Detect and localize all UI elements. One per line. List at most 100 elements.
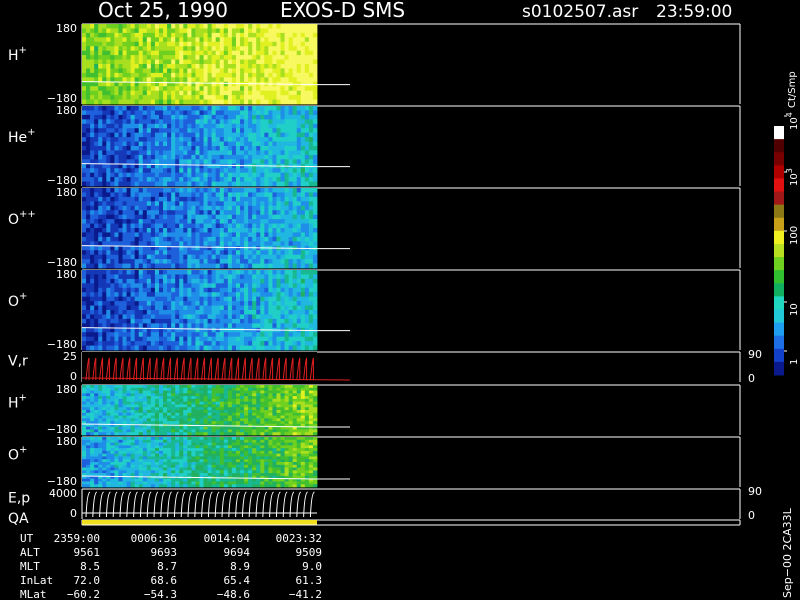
spectrogram-cell [256, 259, 261, 264]
spectrogram-cell [175, 223, 180, 229]
spectrogram-cell [248, 332, 253, 338]
spectrogram-cell [102, 177, 107, 182]
spectrogram-cell [219, 106, 225, 111]
spectrogram-cell [94, 429, 99, 433]
spectrogram-cell [308, 137, 314, 142]
spectrogram-cell [211, 150, 217, 156]
spectrogram-cell [90, 46, 95, 52]
spectrogram-cell [134, 24, 140, 29]
spectrogram-cell [146, 37, 152, 43]
spectrogram-cell [150, 404, 156, 408]
spectrogram-cell [203, 396, 208, 400]
spectrogram-cell [146, 64, 152, 69]
spectrogram-cell [142, 210, 148, 216]
spectrogram-cell [82, 214, 87, 220]
spectrogram-cell [114, 418, 119, 422]
spectrogram-cell [179, 196, 184, 202]
spectrogram-cell [215, 119, 221, 125]
spectrogram-cell [163, 314, 168, 320]
spectrogram-cell [227, 59, 233, 65]
spectrogram-cell [130, 154, 136, 160]
spectrogram-cell [215, 327, 221, 333]
spectrogram-cell [102, 172, 107, 178]
spectrogram-cell [82, 128, 87, 134]
spectrogram-cell [130, 296, 136, 302]
spectrogram-cell [158, 28, 164, 34]
spectrogram-cell [304, 274, 310, 280]
spectrogram-cell [126, 404, 132, 408]
spectrogram-cell [142, 46, 148, 52]
spectrogram-cell [235, 214, 241, 220]
spectrogram-cell [231, 401, 237, 405]
spectrogram-cell [256, 318, 261, 324]
spectrogram-cell [276, 119, 281, 125]
spectrogram-cell [90, 412, 95, 416]
spectrogram-cell [114, 412, 119, 416]
spectrogram-cell [130, 310, 136, 315]
spectrogram-cell [130, 214, 136, 220]
spectrogram-cell [231, 223, 237, 229]
spectrogram-cell [260, 270, 265, 275]
spectrogram-cell [122, 432, 127, 436]
spectrogram-cell [150, 385, 156, 389]
spectrogram-cell [167, 41, 172, 47]
spectrogram-cell [114, 28, 119, 34]
spectrogram-cell [154, 68, 160, 74]
spectrogram-cell [167, 68, 172, 74]
spectrogram-cell [171, 292, 176, 298]
spectrogram-cell [300, 68, 306, 74]
spectrogram-cell [86, 259, 91, 264]
spectrogram-cell [304, 110, 310, 116]
spectrogram-cell [138, 128, 144, 134]
spectrogram-cell [114, 232, 119, 238]
spectrogram-cell [235, 159, 241, 165]
spectrogram-cell [82, 310, 87, 315]
spectrogram-cell [110, 385, 115, 389]
spectrogram-cell [106, 128, 111, 134]
spectrogram-cell [280, 64, 285, 69]
spectrogram-cell [296, 341, 302, 346]
spectrogram-cell [264, 99, 269, 105]
spectrogram-cell [94, 415, 99, 419]
spectrogram-cell [102, 410, 107, 414]
spectrogram-cell [304, 46, 310, 52]
spectrogram-cell [195, 305, 200, 311]
spectrogram-cell [163, 412, 168, 416]
spectrogram-cell [167, 254, 172, 260]
spectrogram-cell [187, 310, 192, 315]
spectrogram-cell [199, 318, 204, 324]
spectrogram-cell [90, 410, 95, 414]
spectrogram-cell [126, 236, 132, 242]
spectrogram-cell [264, 274, 269, 280]
spectrogram-cell [304, 305, 310, 311]
spectrogram-cell [179, 24, 184, 29]
spectrogram-cell [114, 432, 119, 436]
spectrogram-cell [280, 196, 285, 202]
spectrogram-cell [94, 236, 99, 242]
spectrogram-cell [146, 301, 152, 306]
spectrogram-cell [219, 114, 225, 120]
spectrogram-cell [308, 41, 314, 47]
spectrogram-cell [195, 119, 200, 125]
spectrogram-cell [280, 59, 285, 65]
spectrogram-cell [191, 159, 196, 165]
spectrogram-cell [142, 90, 148, 96]
spectrogram-cell [171, 336, 176, 342]
spectrogram-cell [288, 219, 294, 224]
spectrogram-cell [304, 263, 310, 269]
spectrogram-cell [199, 81, 204, 87]
spectrogram-cell [207, 110, 213, 116]
spectrogram-cell [130, 64, 136, 69]
spectrogram-cell [252, 201, 257, 207]
spectrogram-cell [118, 46, 123, 52]
spectrogram-cell [264, 310, 269, 315]
spectrogram-cell [248, 110, 253, 116]
spectrogram-cell [158, 432, 164, 436]
spectrogram-cell [223, 99, 229, 105]
spectrogram-cell [288, 68, 294, 74]
spectrogram-cell [175, 205, 180, 211]
spectrogram-cell [158, 59, 164, 65]
spectrogram-cell [130, 410, 136, 414]
spectrogram-cell [203, 314, 208, 320]
spectrogram-cell [252, 90, 257, 96]
